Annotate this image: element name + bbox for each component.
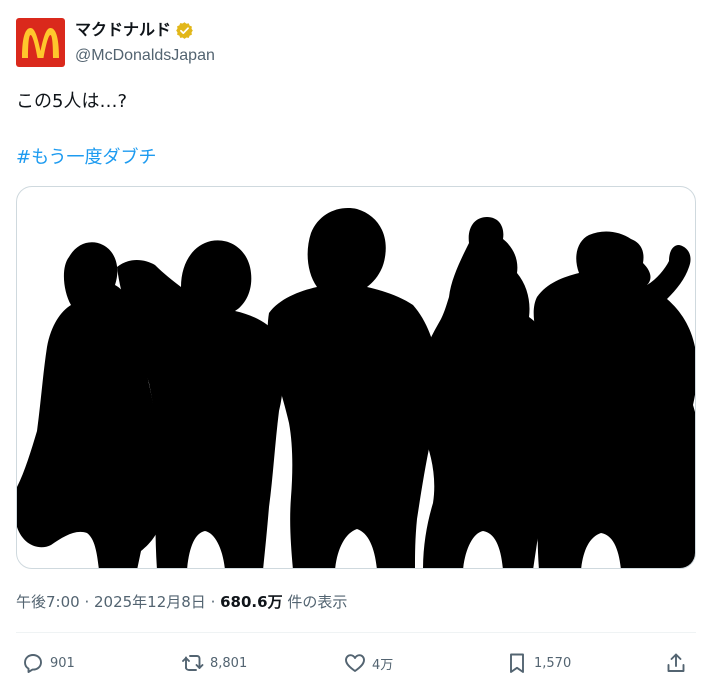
silhouette-3	[267, 208, 438, 568]
view-count: 680.6万	[220, 593, 283, 611]
repost-button[interactable]: 8,801	[181, 650, 247, 676]
avatar[interactable]	[16, 18, 65, 67]
bookmark-icon	[510, 653, 524, 673]
tweet-date[interactable]: 2025年12月8日	[94, 593, 206, 611]
account-handle[interactable]: @McDonaldsJapan	[75, 45, 215, 67]
repost-count: 8,801	[210, 655, 248, 671]
like-button[interactable]: 4万	[343, 650, 393, 676]
share-button[interactable]	[664, 650, 688, 676]
tweet-image[interactable]	[16, 186, 696, 569]
hashtag-link[interactable]: #もう一度ダブチ	[16, 146, 157, 170]
view-label: 件の表示	[282, 593, 348, 611]
action-bar: 901 8,801 4万 1,570	[16, 650, 696, 676]
display-name[interactable]: マクドナルド	[75, 19, 171, 41]
mcdonalds-logo-icon	[22, 28, 59, 58]
share-icon	[667, 653, 685, 672]
heart-icon	[345, 654, 365, 672]
reply-icon	[24, 654, 42, 673]
tweet-time[interactable]: 午後7:00	[16, 593, 80, 611]
tweet-text: この5人は…?	[16, 91, 128, 112]
divider	[16, 632, 696, 633]
meta-separator: ·	[205, 593, 221, 611]
bookmark-count: 1,570	[534, 655, 572, 671]
silhouette-5	[533, 231, 695, 568]
repost-icon	[182, 655, 204, 671]
reply-button[interactable]: 901	[21, 650, 75, 676]
meta-separator: ·	[79, 593, 94, 611]
reply-count: 901	[50, 655, 75, 671]
silhouettes-image	[17, 208, 695, 568]
bookmark-button[interactable]: 1,570	[505, 650, 571, 676]
like-count: 4万	[372, 657, 394, 673]
tweet-meta: 午後7:00 · 2025年12月8日 · 680.6万 件の表示	[16, 592, 347, 612]
verified-badge-icon[interactable]	[175, 21, 194, 40]
tweet-header: マクドナルド @McDonaldsJapan	[16, 18, 696, 70]
account-names: マクドナルド @McDonaldsJapan	[75, 19, 215, 67]
